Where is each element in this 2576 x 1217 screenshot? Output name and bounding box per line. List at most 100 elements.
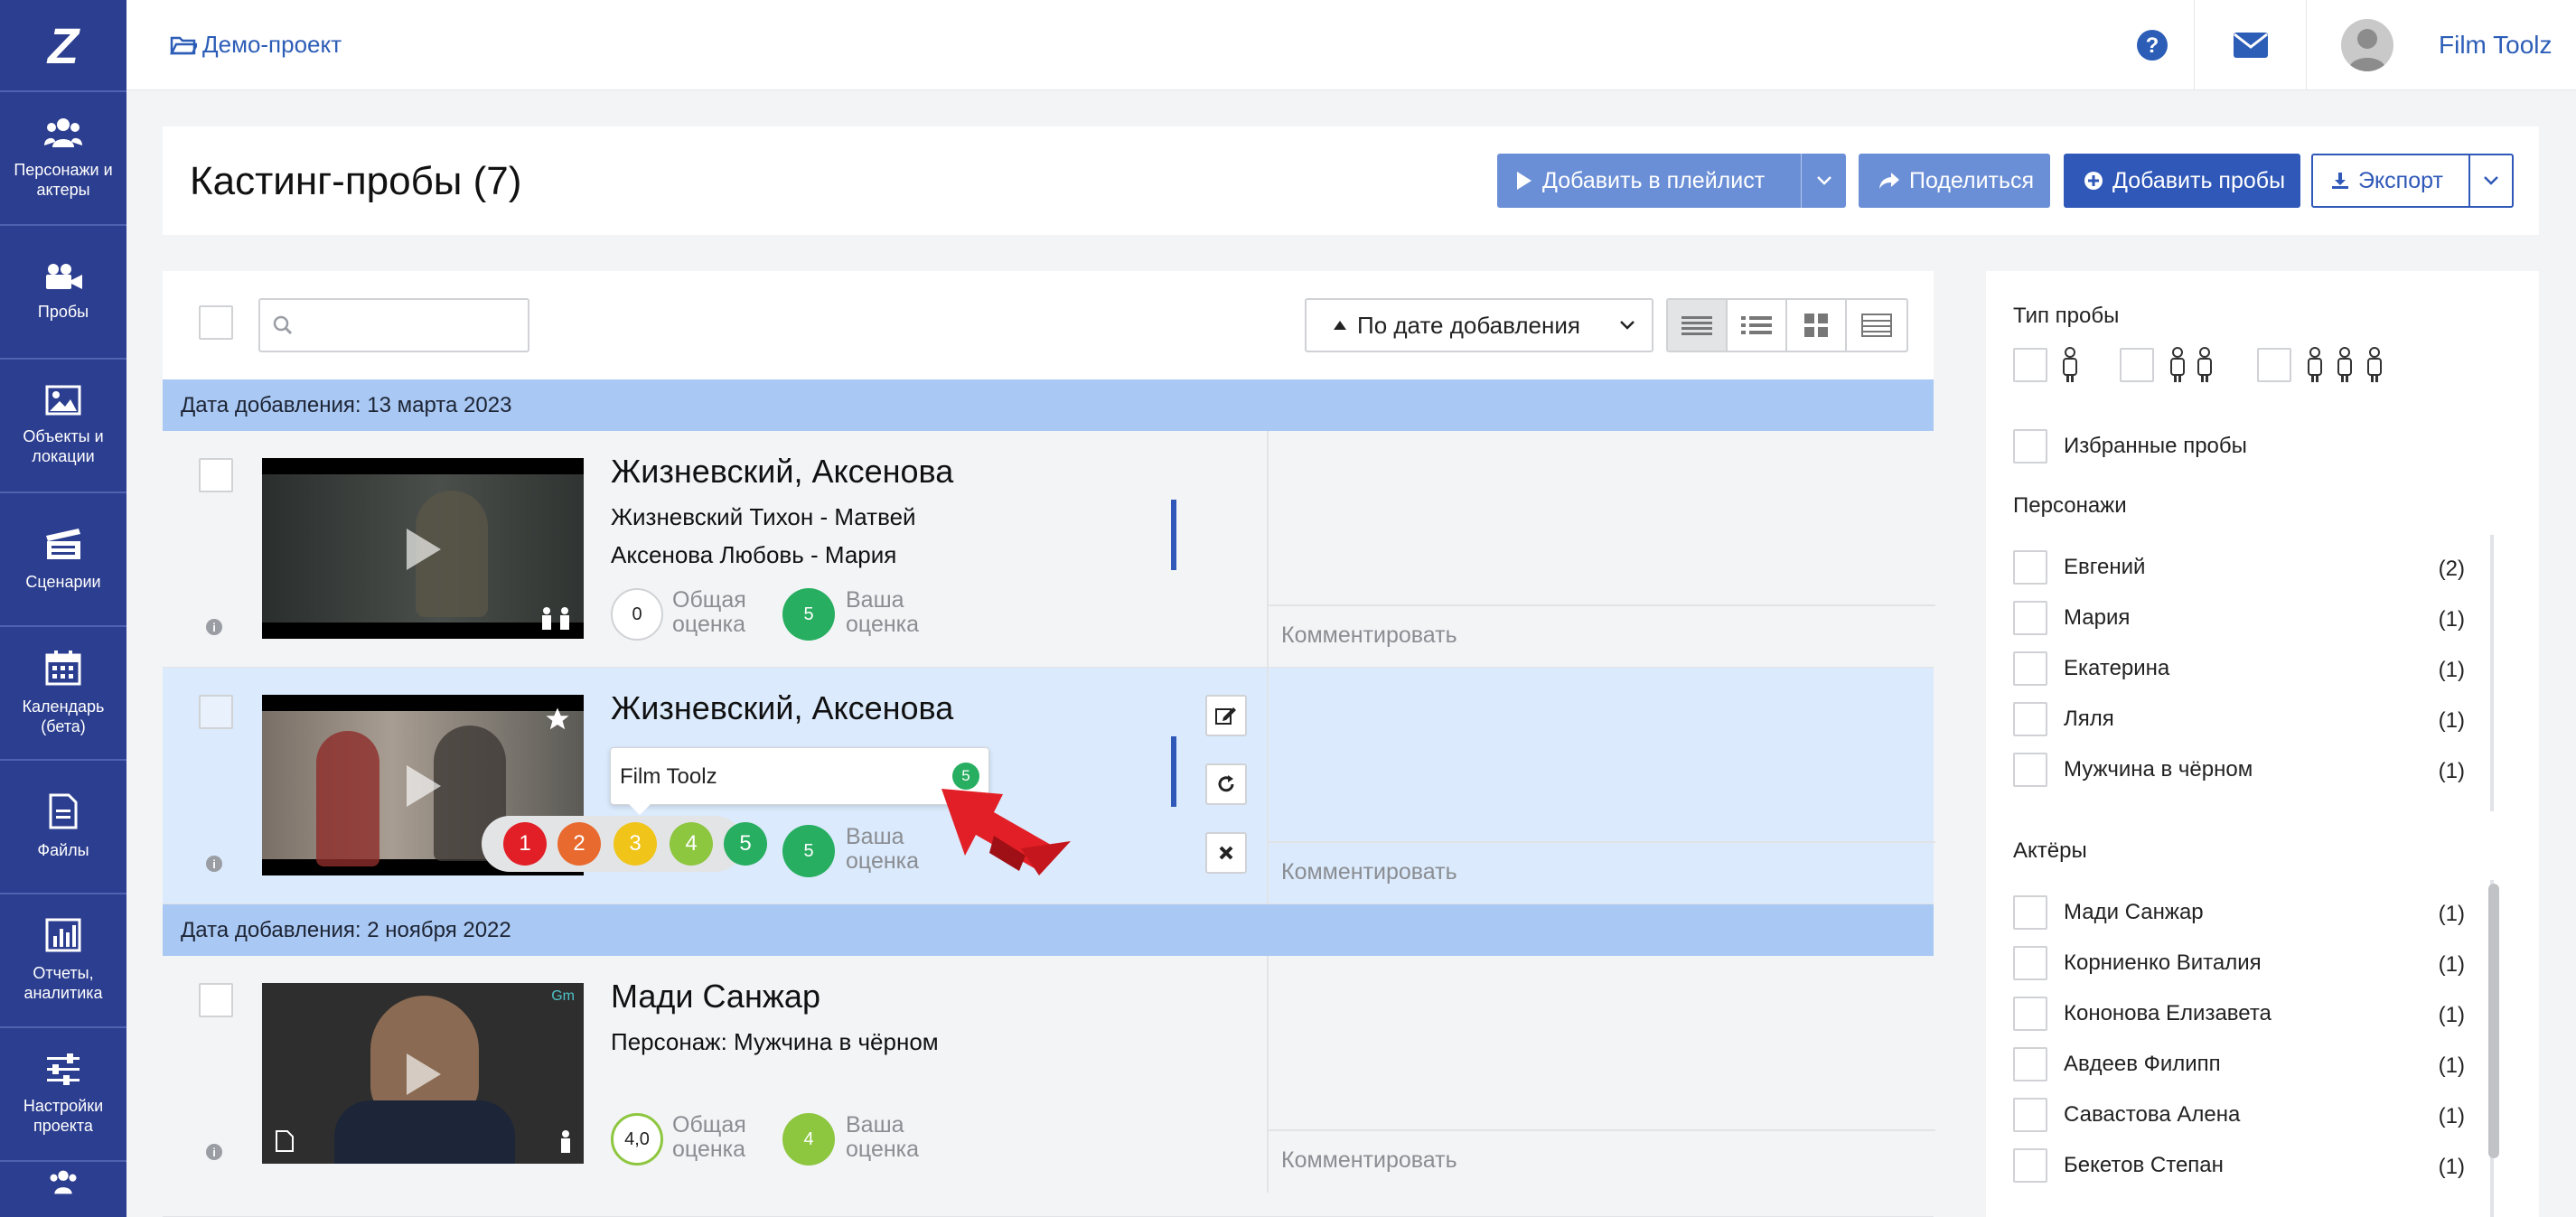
table-row[interactable]: i Gm Мади Санжар Персонаж: Мужчина в чёр… (163, 956, 1935, 1217)
row-title[interactable]: Жизневский, Аксенова (611, 689, 953, 727)
filter-item-actor[interactable]: Корниенко Виталия (1) (2013, 945, 2465, 981)
row-title[interactable]: Мади Санжар (611, 978, 820, 1016)
filter-item-actor[interactable]: Кононова Елизавета (1) (2013, 996, 2465, 1032)
row-title[interactable]: Жизневский, Аксенова (611, 453, 953, 491)
filter-item-actor[interactable]: Бекетов Степан (1) (2013, 1147, 2465, 1184)
app-logo[interactable]: Z (0, 0, 126, 90)
info-icon[interactable]: i (206, 619, 222, 635)
comment-input[interactable]: Комментировать (1269, 604, 1935, 668)
favorites-filter[interactable]: Избранные пробы (2013, 428, 2465, 464)
filter-item-character[interactable]: Мужчина в чёрном (1) (2013, 752, 2465, 788)
sidebar-item-scripts[interactable]: Сценарии (0, 491, 126, 625)
checkbox[interactable] (2013, 946, 2047, 980)
filter-item-character[interactable]: Мария (1) (2013, 600, 2465, 636)
chevron-down-icon[interactable] (1801, 154, 1846, 208)
rating-option-5[interactable]: 5 (724, 822, 767, 866)
play-icon (1517, 172, 1532, 190)
sidebar-item-calendar[interactable]: Календарь (бета) (0, 625, 126, 759)
checkbox[interactable] (2013, 651, 2047, 686)
checkbox[interactable] (2013, 601, 2047, 635)
checkbox[interactable] (2013, 1098, 2047, 1132)
filter-characters-title: Персонажи (2013, 493, 2127, 518)
star-icon[interactable] (544, 706, 571, 733)
favorites-checkbox[interactable] (2013, 429, 2047, 463)
search-input[interactable] (258, 298, 529, 352)
view-switcher (1666, 298, 1908, 352)
sidebar-item-tests[interactable]: Пробы (0, 224, 126, 358)
help-button[interactable]: ? (2096, 0, 2208, 90)
checkbox[interactable] (2013, 1047, 2047, 1081)
your-score[interactable]: 4 (782, 1113, 835, 1166)
view-list-button[interactable] (1728, 300, 1787, 351)
checkbox[interactable] (2013, 550, 2047, 585)
info-icon[interactable]: i (206, 856, 222, 872)
sidebar-item-team[interactable] (0, 1160, 126, 1206)
filter-item-actor[interactable]: Мади Санжар (1) (2013, 894, 2465, 931)
total-score: 4,0 (611, 1113, 663, 1166)
view-grid-button[interactable] (1787, 300, 1847, 351)
sidebar-item-settings[interactable]: Настройки проекта (0, 1026, 126, 1160)
filter-item-character[interactable]: Екатерина (1) (2013, 651, 2465, 687)
type-duo-checkbox[interactable] (2120, 348, 2154, 382)
filter-item-actor[interactable]: Авдеев Филипп (1) (2013, 1046, 2465, 1082)
avatar (2341, 19, 2393, 71)
duo-icon (542, 607, 569, 630)
rating-option-4[interactable]: 4 (670, 822, 713, 866)
play-icon (407, 529, 441, 570)
filter-item-character[interactable]: Евгений (2) (2013, 549, 2465, 585)
clapperboard-icon (46, 529, 80, 559)
checkbox[interactable] (2013, 702, 2047, 736)
actors-scrollbar-thumb[interactable] (2488, 884, 2499, 1158)
add-to-playlist-button[interactable]: Добавить в плейлист (1497, 154, 1846, 208)
table-row[interactable]: i Жизневский, Аксенова Film Toolz 5 1 2 … (163, 668, 1935, 904)
edit-button[interactable] (1205, 695, 1247, 736)
select-all-checkbox[interactable] (199, 305, 233, 340)
row-checkbox[interactable] (199, 695, 233, 729)
comment-input[interactable]: Комментировать (1269, 1129, 1935, 1193)
table-row[interactable]: i Жизневский, Аксенова Жизневский Тихон … (163, 431, 1935, 668)
chevron-down-icon[interactable] (2468, 155, 2512, 206)
rating-option-3[interactable]: 3 (614, 822, 657, 866)
your-score[interactable]: 5 (782, 588, 835, 641)
comment-input[interactable]: Комментировать (1269, 841, 1935, 904)
view-list-compact-button[interactable] (1668, 300, 1728, 351)
checkbox[interactable] (2013, 1148, 2047, 1183)
sidebar-item-label: Пробы (37, 303, 89, 321)
row-checkbox[interactable] (199, 458, 233, 492)
view-table-button[interactable] (1847, 300, 1906, 351)
share-button[interactable]: Поделиться (1859, 154, 2050, 208)
checkbox[interactable] (2013, 997, 2047, 1031)
sort-select[interactable]: По дате добавления (1305, 298, 1653, 352)
sidebar-item-characters[interactable]: Персонажи и актеры (0, 90, 126, 224)
info-icon[interactable]: i (206, 1144, 222, 1160)
filter-label: Мария (2064, 605, 2131, 630)
sidebar-item-reports[interactable]: Отчеты, аналитика (0, 893, 126, 1026)
row-checkbox[interactable] (199, 983, 233, 1017)
rating-option-1[interactable]: 1 (503, 822, 547, 866)
video-thumbnail[interactable]: Gm (262, 983, 584, 1164)
filter-item-character[interactable]: Ляля (1) (2013, 701, 2465, 737)
checkbox[interactable] (2013, 753, 2047, 787)
sidebar-item-files[interactable]: Файлы (0, 759, 126, 893)
your-score[interactable]: 5 (782, 825, 835, 877)
export-button[interactable]: Экспорт (2311, 154, 2514, 208)
type-trio-checkbox[interactable] (2257, 348, 2291, 382)
refresh-button[interactable] (1205, 763, 1247, 805)
add-tests-button[interactable]: Добавить пробы (2064, 154, 2300, 208)
type-single-checkbox[interactable] (2013, 348, 2047, 382)
your-score-label: Ваша оценка (846, 1112, 920, 1162)
status-bar (1171, 736, 1176, 807)
delete-button[interactable] (1205, 832, 1247, 874)
rating-option-2[interactable]: 2 (557, 822, 601, 866)
checkbox[interactable] (2013, 895, 2047, 930)
close-icon (1219, 846, 1233, 860)
filter-label: Евгений (2064, 555, 2146, 579)
video-thumbnail[interactable] (262, 458, 584, 639)
project-link[interactable]: Демо-проект (170, 31, 342, 59)
filter-item-actor[interactable]: Савастова Алена (1) (2013, 1097, 2465, 1133)
user-menu[interactable]: Film Toolz (2306, 0, 2576, 90)
characters-scrollbar[interactable] (2490, 535, 2494, 811)
messages-button[interactable] (2194, 0, 2306, 90)
file-icon (49, 793, 78, 829)
sidebar-item-objects[interactable]: Объекты и локации (0, 358, 126, 491)
